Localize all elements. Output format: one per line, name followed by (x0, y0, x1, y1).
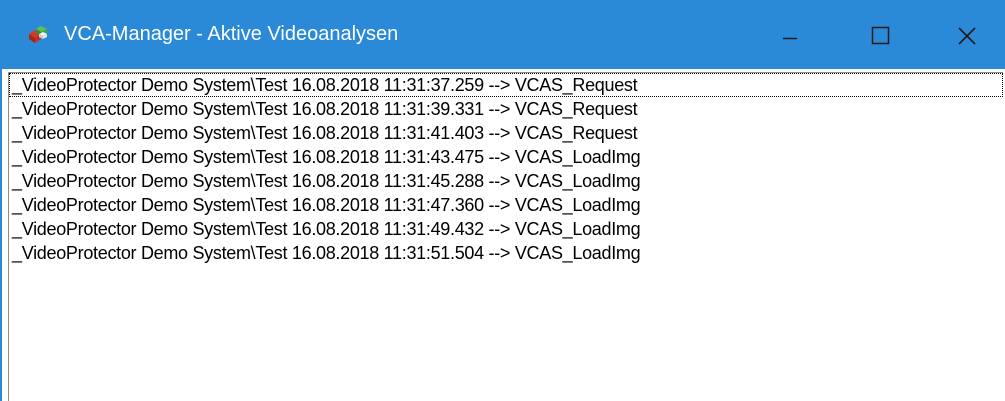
list-item[interactable]: _VideoProtector Demo System\Test 16.08.2… (9, 241, 1003, 265)
list-item[interactable]: _VideoProtector Demo System\Test 16.08.2… (9, 145, 1003, 169)
list-item[interactable]: _VideoProtector Demo System\Test 16.08.2… (9, 73, 1003, 97)
list-item[interactable]: _VideoProtector Demo System\Test 16.08.2… (9, 193, 1003, 217)
list-item[interactable]: _VideoProtector Demo System\Test 16.08.2… (9, 97, 1003, 121)
maximize-icon (871, 26, 890, 45)
list-item[interactable]: _VideoProtector Demo System\Test 16.08.2… (9, 169, 1003, 193)
title-bar[interactable]: VCA-Manager - Aktive Videoanalysen (0, 0, 1005, 69)
list-item[interactable]: _VideoProtector Demo System\Test 16.08.2… (9, 121, 1003, 145)
window-border (0, 69, 2, 401)
close-button[interactable] (922, 0, 1005, 69)
list-item[interactable]: _VideoProtector Demo System\Test 16.08.2… (9, 217, 1003, 241)
minimize-icon (783, 37, 797, 40)
window-title: VCA-Manager - Aktive Videoanalysen (64, 23, 399, 45)
maximize-button[interactable] (836, 0, 928, 69)
close-icon (958, 27, 976, 45)
vca-manager-app-icon[interactable] (26, 24, 48, 44)
active-analyses-list[interactable]: _VideoProtector Demo System\Test 16.08.2… (8, 72, 1003, 401)
vca-manager-window: VCA-Manager - Aktive Videoanalysen _Vide… (0, 0, 1005, 401)
minimize-button[interactable] (744, 0, 836, 69)
